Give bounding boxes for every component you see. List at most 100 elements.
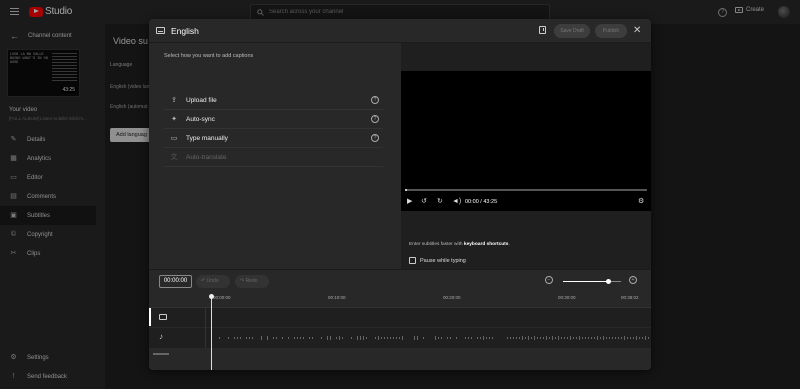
waveform-bar — [483, 336, 484, 340]
zoom-slider-handle[interactable] — [605, 279, 611, 284]
play-icon[interactable]: ▶ — [407, 198, 412, 206]
waveform-bar — [531, 336, 532, 340]
upload-icon: ⇪ — [171, 97, 177, 104]
waveform-bar — [390, 337, 391, 339]
redo-button[interactable]: ↷ Redo — [235, 275, 269, 288]
help-icon[interactable]: ? — [371, 96, 379, 104]
type-manually-option[interactable]: ▭ Type manually ? — [164, 129, 383, 148]
player-timecode: 00:00 / 43:25 — [465, 199, 498, 205]
waveform-bar — [297, 337, 298, 339]
waveform-bar — [249, 337, 250, 339]
waveform-bar — [486, 337, 487, 339]
video-progress-bar[interactable] — [405, 189, 647, 191]
waveform-bar — [642, 336, 643, 339]
waveform-bar — [603, 336, 604, 340]
help-icon[interactable]: ? — [371, 115, 379, 123]
waveform-bar — [435, 336, 436, 340]
waveform-bar — [309, 336, 310, 340]
timeline-scroll-handle[interactable] — [153, 353, 169, 355]
progress-fill — [405, 189, 408, 191]
waveform-bar — [627, 336, 628, 340]
ruler-tick: 00:30:00 — [558, 295, 576, 300]
gear-icon[interactable]: ⚙ — [638, 198, 644, 206]
auto-sync-icon: ✦ — [171, 116, 177, 123]
subtitles-icon — [159, 314, 167, 320]
playhead[interactable] — [209, 294, 214, 370]
waveform-bar — [447, 337, 448, 339]
music-note-icon: ♪ — [159, 332, 163, 341]
waveform-bar — [516, 337, 517, 339]
timeline-panel: 00:00:00 ↶ Undo ↷ Redo − + 00:00:00 00:1… — [149, 269, 651, 370]
waveform-bar — [327, 336, 328, 340]
waveform-bar — [510, 336, 511, 340]
waveform-bar — [423, 337, 424, 339]
waveform-bar — [612, 336, 613, 340]
waveform-bar — [237, 337, 238, 339]
waveform-bar — [489, 337, 490, 339]
upload-file-option[interactable]: ⇪ Upload file ? — [164, 91, 383, 110]
timecode-input[interactable]: 00:00:00 — [159, 275, 192, 288]
waveform-bar — [591, 337, 592, 339]
timeline-ruler[interactable]: 00:00:00 00:10:00 00:20:00 00:30:00 00:3… — [211, 292, 651, 306]
waveform-bar — [621, 336, 622, 340]
feedback-flag-icon[interactable] — [539, 26, 546, 34]
waveform-bar — [471, 336, 472, 340]
waveform-bar — [537, 336, 538, 340]
dialog-title: English — [171, 26, 199, 36]
keyboard-icon: ▭ — [170, 135, 178, 142]
waveform-bar — [492, 337, 493, 339]
option-label: Auto-sync — [186, 115, 215, 123]
subtitle-editor-dialog: English Save Draft Publish ✕ Select how … — [149, 19, 651, 370]
waveform-bar — [618, 337, 619, 339]
waveform-bar — [528, 336, 529, 340]
undo-icon: ↶ — [201, 278, 206, 284]
auto-sync-option[interactable]: ✦ Auto-sync ? — [164, 110, 383, 129]
waveform-bar — [330, 336, 331, 340]
waveform-bar — [630, 336, 631, 340]
waveform-bar — [567, 336, 568, 340]
waveform-bar — [378, 336, 379, 340]
waveform-bar — [570, 336, 571, 340]
waveform-bar — [606, 337, 607, 339]
keyboard-shortcuts-tip: Enter subtitles faster with keyboard sho… — [409, 242, 510, 247]
undo-button[interactable]: ↶ Undo — [196, 275, 230, 288]
pause-while-typing-option[interactable]: Pause while typing — [409, 257, 466, 264]
waveform-bar — [549, 336, 550, 340]
volume-icon[interactable]: ◄) — [452, 198, 461, 206]
waveform-bar — [234, 336, 235, 340]
keyboard-shortcuts-link[interactable]: keyboard shortcuts — [464, 242, 509, 247]
waveform-bar — [342, 336, 343, 340]
subtitle-track[interactable] — [149, 307, 651, 327]
waveform-bar — [513, 336, 514, 340]
waveform-bar — [303, 336, 304, 340]
audio-track[interactable]: ♪ — [149, 328, 651, 348]
save-draft-button[interactable]: Save Draft — [554, 24, 590, 38]
video-preview-panel: ▶ ↺ ↻ ◄) 00:00 / 43:25 ⚙ Enter subtitles… — [401, 43, 651, 269]
waveform-bar — [525, 336, 526, 340]
waveform-bar — [597, 336, 598, 340]
track-header-divider — [205, 307, 206, 348]
help-icon[interactable]: ? — [371, 134, 379, 142]
close-icon[interactable]: ✕ — [633, 25, 641, 37]
waveform-bar — [357, 336, 358, 340]
waveform-bar — [267, 336, 268, 340]
waveform-bar — [414, 336, 415, 340]
waveform-bar — [519, 336, 520, 340]
waveform-bar — [633, 337, 634, 339]
rewind-5-icon[interactable]: ↺ — [421, 198, 427, 206]
forward-5-icon[interactable]: ↻ — [437, 198, 443, 206]
zoom-out-icon[interactable]: − — [545, 276, 553, 284]
option-label: Upload file — [186, 96, 217, 104]
waveform-bar — [624, 336, 625, 340]
pause-while-typing-checkbox[interactable] — [409, 257, 416, 264]
waveform-bar — [387, 336, 388, 340]
waveform-bar — [639, 336, 640, 340]
track-selection-marker — [149, 308, 151, 326]
publish-button[interactable]: Publish — [595, 24, 627, 38]
waveform-bar — [294, 336, 295, 340]
waveform-bar — [228, 336, 229, 340]
waveform-bar — [552, 336, 553, 340]
waveform-bar — [585, 337, 586, 339]
zoom-in-icon[interactable]: + — [629, 276, 637, 284]
dialog-header: English Save Draft Publish ✕ — [149, 19, 651, 43]
